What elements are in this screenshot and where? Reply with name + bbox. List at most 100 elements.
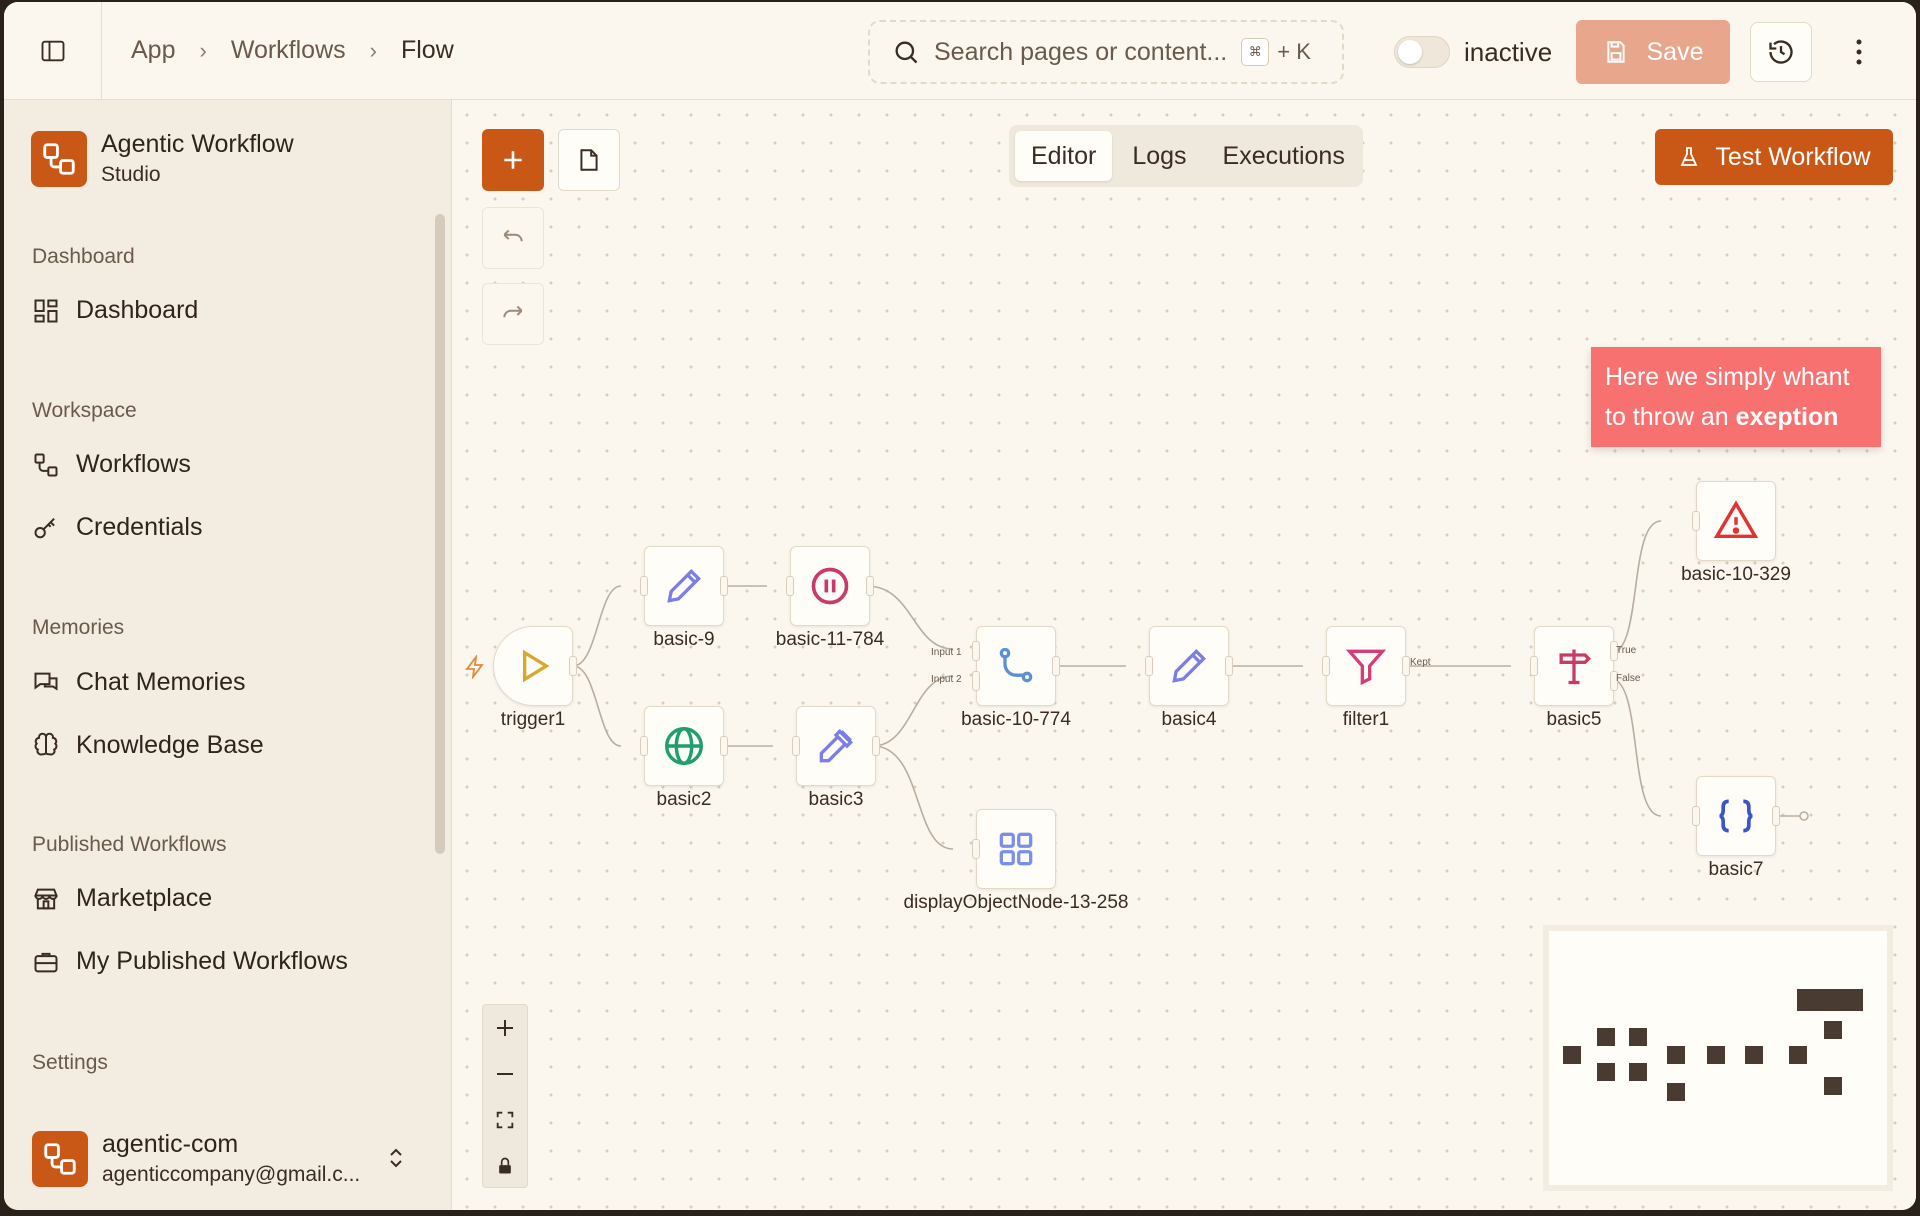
node-label: basic-10-329	[1681, 564, 1791, 585]
sidebar-item-label: Workflows	[76, 450, 191, 478]
sidebar-item-label: Dashboard	[76, 296, 199, 324]
user-menu[interactable]: agentic-com agenticcompany@gmail.c...	[32, 1130, 432, 1187]
node-basic-11-784[interactable]	[786, 546, 874, 626]
search-input[interactable]: Search pages or content... ⌘ + K	[868, 20, 1344, 84]
node-label: displayObjectNode-13-258	[903, 892, 1129, 913]
chevron-right-icon: ›	[199, 37, 207, 63]
node-basic-9[interactable]	[640, 546, 728, 626]
top-bar: App › Workflows › Flow Search pages or c…	[4, 2, 1916, 100]
node-basic-10-329[interactable]	[1692, 481, 1776, 561]
history-button[interactable]	[1750, 22, 1812, 82]
sidebar-item-my-published[interactable]: My Published Workflows	[32, 947, 348, 976]
save-button[interactable]: Save	[1576, 20, 1730, 84]
node-basic4[interactable]	[1145, 626, 1233, 706]
globe-icon	[665, 727, 703, 765]
node-label: basic-9	[653, 629, 715, 650]
breadcrumb-workflows[interactable]: Workflows	[231, 36, 346, 65]
sidebar-item-label: Credentials	[76, 513, 203, 541]
workflow-icon	[34, 453, 58, 476]
sidebar-scrollbar[interactable]	[435, 214, 445, 854]
sidebar-icon	[41, 40, 64, 62]
section-memories: Memories	[32, 616, 125, 639]
sidebar-item-label: Marketplace	[76, 884, 213, 912]
sidebar-item-label: Knowledge Base	[76, 731, 264, 759]
search-icon	[895, 41, 918, 64]
minimap-node	[1667, 1083, 1685, 1101]
minimap-node	[1629, 1063, 1647, 1081]
shortcut-key: ⌘	[1241, 38, 1270, 66]
sidebar: Agentic Workflow Studio Dashboard Dashbo…	[4, 100, 452, 1210]
pencil-icon	[667, 568, 702, 603]
sidebar-item-workflows[interactable]: Workflows	[32, 450, 191, 479]
node-label: filter1	[1342, 709, 1390, 730]
minimap-node	[1563, 1046, 1581, 1064]
brand[interactable]: Agentic Workflow Studio	[31, 130, 294, 187]
brain-icon	[34, 732, 58, 755]
minimap-node	[1824, 1077, 1842, 1095]
sidebar-item-credentials[interactable]: Credentials	[32, 513, 202, 542]
shortcut-suffix: + K	[1277, 39, 1311, 64]
history-icon	[1769, 40, 1793, 64]
section-settings: Settings	[32, 1051, 108, 1074]
handle-false: False	[1616, 673, 1641, 684]
node-filter1[interactable]	[1322, 626, 1410, 706]
chevron-right-icon: ›	[369, 37, 377, 63]
node-label: basic3	[808, 789, 864, 810]
node-label: basic2	[656, 789, 712, 810]
search-placeholder: Search pages or content...	[934, 37, 1228, 66]
warning-icon	[1713, 500, 1759, 539]
sidebar-item-chat-memories[interactable]: Chat Memories	[32, 668, 246, 697]
app-window: App › Workflows › Flow Search pages or c…	[4, 2, 1916, 1210]
fit-view-button[interactable]	[483, 1097, 527, 1143]
edge-basic5-basic10-329	[1610, 520, 1662, 654]
save-label: Save	[1646, 37, 1704, 66]
active-toggle[interactable]	[1394, 36, 1450, 68]
sidebar-item-label: My Published Workflows	[76, 947, 348, 975]
minimap-node	[1667, 1046, 1685, 1064]
zoom-out-button[interactable]	[483, 1051, 527, 1097]
sidebar-toggle-button[interactable]	[4, 2, 102, 100]
handle-true: True	[1616, 645, 1637, 656]
avatar	[32, 1130, 88, 1187]
node-basic7[interactable]	[1692, 776, 1780, 856]
node-label: basic7	[1708, 859, 1764, 880]
workflow-canvas[interactable]: Editor Logs Executions Test Workflow Her…	[453, 101, 1916, 1210]
handle-kept: Kept	[1410, 657, 1431, 668]
play-icon	[523, 649, 550, 683]
basic7-output-handle	[1799, 811, 1809, 821]
node-basic2[interactable]	[640, 706, 728, 786]
lock-button[interactable]	[483, 1143, 527, 1189]
minimap-node	[1629, 1028, 1647, 1046]
toggle-knob	[1398, 40, 1422, 64]
fit-view-icon	[496, 1111, 514, 1129]
dashboard-icon	[34, 299, 58, 322]
minimap[interactable]	[1543, 925, 1893, 1191]
zoom-in-button[interactable]	[483, 1005, 527, 1051]
node-displayObjectNode-13-258[interactable]	[972, 809, 1056, 889]
pause-icon	[811, 567, 849, 605]
minimap-node	[1597, 1028, 1615, 1046]
minimap-node	[1597, 1063, 1615, 1081]
plus-icon	[497, 1020, 513, 1036]
edge-trigger1-basic2	[572, 665, 622, 747]
more-menu-button[interactable]	[1844, 32, 1874, 72]
breadcrumb-app[interactable]: App	[131, 36, 175, 65]
node-basic3[interactable]	[792, 706, 880, 786]
edge-trigger1-basic9	[572, 585, 622, 667]
store-icon	[34, 888, 58, 909]
brand-title: Agentic Workflow	[101, 130, 294, 158]
sidebar-item-label: Chat Memories	[76, 668, 246, 696]
handle-input-1: Input 1	[931, 647, 962, 658]
kebab-icon	[1856, 39, 1862, 65]
node-basic5[interactable]	[1530, 626, 1618, 706]
node-trigger1[interactable]	[493, 626, 577, 706]
zoom-controls	[482, 1004, 528, 1188]
logo-icon	[31, 130, 87, 187]
sidebar-item-marketplace[interactable]: Marketplace	[32, 884, 212, 913]
sidebar-item-dashboard[interactable]: Dashboard	[32, 296, 198, 325]
node-basic-10-774[interactable]	[972, 626, 1060, 706]
user-name: agentic-com	[102, 1130, 239, 1158]
minimap-node	[1797, 989, 1863, 1011]
sidebar-item-knowledge-base[interactable]: Knowledge Base	[32, 731, 264, 760]
edge-basic3-display	[872, 745, 954, 850]
